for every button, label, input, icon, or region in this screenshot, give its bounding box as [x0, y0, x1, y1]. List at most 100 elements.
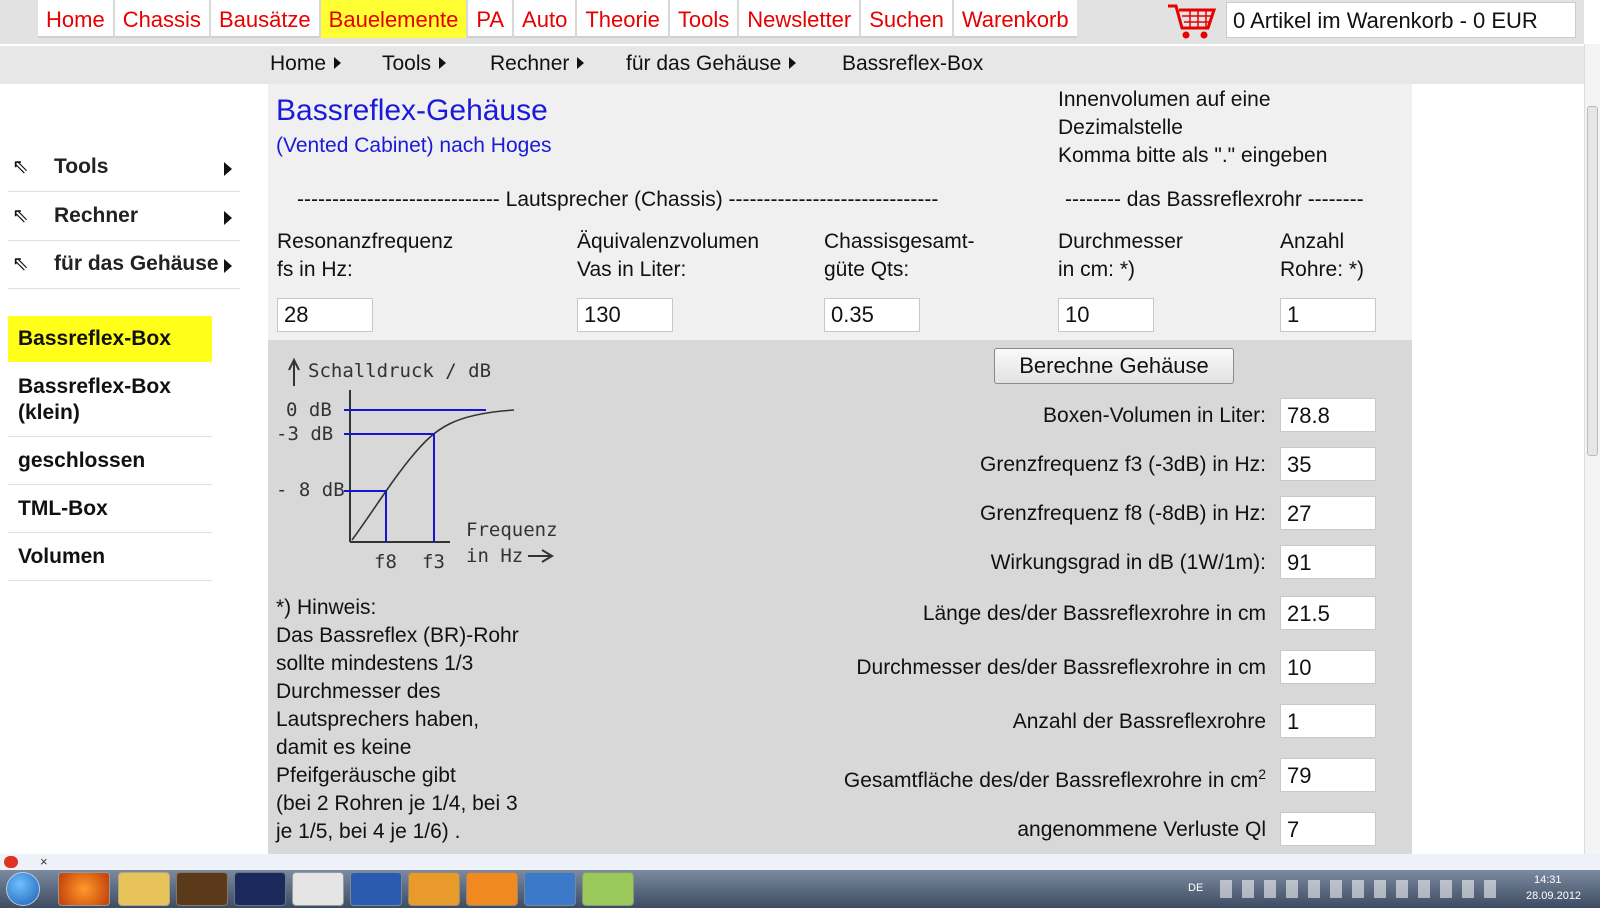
sidebar-nav-label: für das Gehäuse: [54, 252, 219, 275]
breadcrumb-current: Bassreflex-Box: [842, 52, 984, 75]
close-icon[interactable]: ×: [40, 854, 48, 869]
hint-line: damit es keine: [276, 736, 412, 759]
clock-time[interactable]: 14:31: [1534, 874, 1562, 886]
calculate-button[interactable]: Berechne Gehäuse: [994, 348, 1234, 384]
clock-date[interactable]: 28.09.2012: [1526, 890, 1581, 902]
sidebar-nav-rechner[interactable]: ⇖ Rechner: [8, 193, 240, 241]
nav-pa[interactable]: PA: [468, 0, 515, 38]
sidebar-item-volumen[interactable]: Volumen: [8, 534, 212, 581]
qts-input[interactable]: [824, 298, 920, 332]
caret-right-icon: [224, 259, 232, 273]
hint-line: Lautsprechers haben,: [276, 708, 480, 731]
breadcrumb-arrow-icon: [439, 57, 447, 69]
result-efficiency[interactable]: 91: [1280, 545, 1376, 579]
input-note-line: Dezimalstelle: [1058, 116, 1183, 139]
notes-icon[interactable]: [582, 872, 634, 906]
arrow-up-left-icon: ⇖: [12, 156, 29, 178]
result-volume[interactable]: 78.8: [1280, 398, 1376, 432]
input-label-qts: Chassisgesamt-güte Qts:: [824, 230, 975, 281]
outlook-icon[interactable]: [408, 872, 460, 906]
section-header-rohr: -------- das Bassreflexrohr --------: [1065, 188, 1364, 211]
top-nav-bar: Home Chassis Bausätze Bauelemente PA Aut…: [0, 0, 1584, 44]
breadcrumb-arrow-icon: [577, 57, 585, 69]
result-f8[interactable]: 27: [1280, 496, 1376, 530]
sidebar-nav-gehaeuse[interactable]: ⇖ für das Gehäuse: [8, 241, 240, 289]
input-note-line: Innenvolumen auf eine: [1058, 88, 1271, 111]
result-label-losses: angenommene Verluste Ql: [1017, 818, 1266, 841]
adblock-icon[interactable]: [4, 856, 18, 868]
folder-icon[interactable]: [118, 872, 170, 906]
nav-bausaetze[interactable]: Bausätze: [211, 0, 321, 38]
hint-line: *) Hinweis:: [276, 596, 377, 619]
breadcrumb-arrow-icon: [334, 57, 342, 69]
rss-icon[interactable]: [466, 872, 518, 906]
sidebar-nav-label: Rechner: [54, 204, 139, 227]
frequency-response-diagram: Schalldruck / dB 0 dB -3 dB - 8 dB f8 f3…: [276, 357, 558, 573]
result-label-tube-count: Anzahl der Bassreflexrohre: [1012, 710, 1266, 733]
breadcrumb-arrow-icon: [789, 57, 797, 69]
result-tube-count[interactable]: 1: [1280, 704, 1376, 738]
input-label-vas: Äquivalenzvolumen Vas in Liter:: [577, 230, 760, 281]
input-label-tube-count: Anzahl Rohre: *): [1280, 230, 1365, 281]
result-label-volume: Boxen-Volumen in Liter:: [1043, 404, 1266, 427]
vas-input[interactable]: [577, 298, 673, 332]
firefox-icon[interactable]: [58, 872, 110, 906]
breadcrumb-rechner[interactable]: Rechner: [490, 52, 585, 76]
nav-home[interactable]: Home: [38, 0, 115, 38]
result-tube-diameter[interactable]: 10: [1280, 650, 1376, 684]
breadcrumb-gehaeuse[interactable]: für das Gehäuse: [626, 52, 797, 76]
nav-tools[interactable]: Tools: [670, 0, 740, 38]
y-axis-label: Schalldruck / dB: [308, 360, 491, 382]
acrobat-icon[interactable]: [292, 872, 344, 906]
result-losses[interactable]: 7: [1280, 812, 1376, 846]
nav-chassis[interactable]: Chassis: [115, 0, 211, 38]
tube-count-input[interactable]: [1280, 298, 1376, 332]
result-label-tube-length: Länge des/der Bassreflexrohre in cm: [922, 602, 1266, 625]
fs-input[interactable]: [277, 298, 373, 332]
y-tick-label: - 8 dB: [276, 479, 345, 501]
result-label-f8: Grenzfrequenz f8 (-8dB) in Hz:: [980, 502, 1266, 525]
result-tube-length[interactable]: 21.5: [1280, 596, 1376, 630]
x-axis-arrow-icon: [528, 549, 554, 563]
y-tick-label: -3 dB: [276, 423, 333, 445]
nav-suchen[interactable]: Suchen: [861, 0, 954, 38]
result-tube-area[interactable]: 79: [1280, 758, 1376, 792]
sidebar-item-tml-box[interactable]: TML-Box: [8, 486, 212, 533]
diameter-input[interactable]: [1058, 298, 1154, 332]
hint-line: Das Bassreflex (BR)-Rohr: [276, 624, 519, 647]
bridge-icon[interactable]: [176, 872, 228, 906]
scrollbar-thumb[interactable]: [1587, 106, 1598, 456]
page-subtitle: (Vented Cabinet) nach Hoges: [276, 134, 552, 157]
caret-right-icon: [224, 211, 232, 225]
result-f3[interactable]: 35: [1280, 447, 1376, 481]
nav-bauelemente[interactable]: Bauelemente: [320, 0, 469, 38]
input-label-diameter: Durchmesser in cm: *): [1058, 230, 1183, 281]
x-axis-label: in Hz: [466, 545, 523, 567]
itunes-icon[interactable]: [524, 872, 576, 906]
sidebar-item-bassreflex-box[interactable]: Bassreflex-Box: [8, 316, 212, 362]
language-indicator[interactable]: DE: [1188, 882, 1203, 894]
sidebar-nav-tools[interactable]: ⇖ Tools: [8, 144, 240, 192]
system-tray-icons[interactable]: [1220, 880, 1500, 898]
nav-warenkorb[interactable]: Warenkorb: [954, 0, 1077, 38]
word-icon[interactable]: [350, 872, 402, 906]
result-label-efficiency: Wirkungsgrad in dB (1W/1m):: [990, 551, 1266, 574]
input-note-line: Komma bitte als "." eingeben: [1058, 144, 1328, 167]
breadcrumb-tools[interactable]: Tools: [382, 52, 447, 76]
x-axis-label: Frequenz: [466, 519, 558, 541]
nav-newsletter[interactable]: Newsletter: [739, 0, 862, 38]
breadcrumb-home[interactable]: Home: [270, 52, 342, 76]
sidebar-item-geschlossen[interactable]: geschlossen: [8, 438, 212, 485]
breadcrumb: Home Tools Rechner für das Gehäuse Bassr…: [0, 46, 1584, 84]
nav-auto[interactable]: Auto: [514, 0, 578, 38]
hint-line: sollte mindestens 1/3: [276, 652, 474, 675]
arrow-up-left-icon: ⇖: [12, 253, 29, 275]
photoshop-icon[interactable]: [234, 872, 286, 906]
cart-summary[interactable]: 0 Artikel im Warenkorb - 0 EUR: [1226, 2, 1576, 38]
shopping-cart-icon[interactable]: [1166, 0, 1218, 40]
nav-theorie[interactable]: Theorie: [577, 0, 670, 38]
start-button[interactable]: [6, 872, 40, 906]
input-label-fs: Resonanzfrequenz fs in Hz:: [277, 230, 454, 281]
caret-right-icon: [224, 162, 232, 176]
sidebar-item-bassreflex-klein[interactable]: Bassreflex-Box (klein): [8, 364, 212, 437]
